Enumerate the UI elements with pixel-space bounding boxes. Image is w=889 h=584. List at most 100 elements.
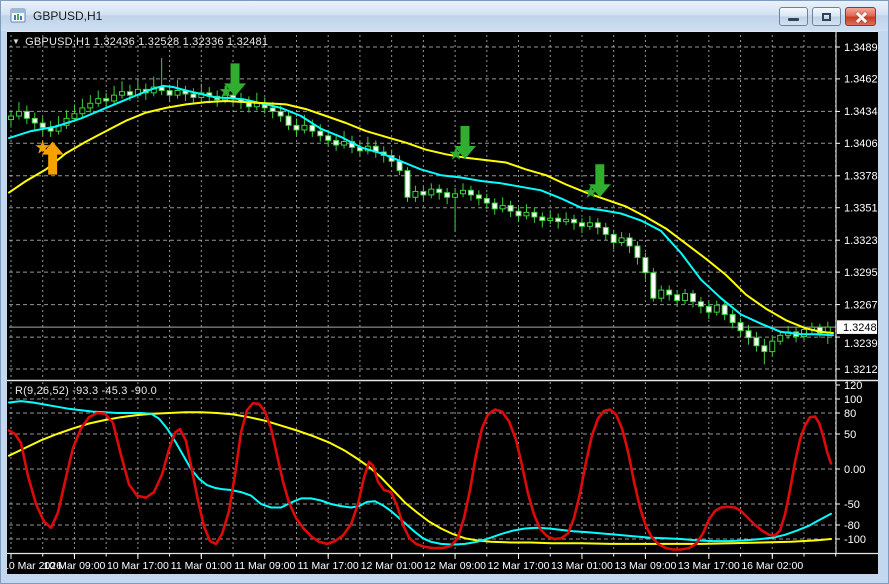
price-axis-label: 1.34065 [844, 138, 878, 150]
close-icon [846, 8, 875, 25]
bear-candle [531, 211, 538, 218]
window-titlebar[interactable]: GBPUSD,H1 [1, 1, 888, 31]
chart-canvas[interactable]: 1.34895 1.34620 1.34340 1.34065 1.33785 1.335… [7, 31, 878, 576]
bull-candle [71, 113, 78, 119]
bull-candle [460, 189, 467, 195]
restore-icon [822, 13, 831, 21]
price-axis-label: 1.34895 [844, 42, 878, 54]
bear-candle [309, 124, 316, 132]
time-axis-label: 10 Mar 17:00 [107, 560, 169, 572]
price-axis-label: 1.32675 [844, 299, 878, 311]
time-axis-label: 13 Mar 01:00 [551, 560, 613, 572]
time-axis-label: 11 Mar 01:00 [171, 560, 232, 572]
bear-candle [507, 204, 514, 212]
bear-candle [666, 289, 673, 296]
time-axis-label: 16 Mar 02:00 [741, 560, 803, 572]
close-button[interactable] [845, 7, 876, 26]
bear-candle [539, 216, 546, 221]
price-axis-label: 1.32955 [844, 267, 878, 279]
restore-button[interactable] [812, 7, 841, 26]
bull-candle [618, 237, 625, 244]
bear-candle [126, 91, 133, 96]
indicator-axis-label: -100 [844, 534, 866, 546]
chart-app-icon [10, 8, 26, 24]
bear-candle [650, 272, 657, 299]
bull-candle [87, 102, 94, 109]
bull-candle [341, 141, 348, 146]
bear-candle [325, 135, 332, 141]
bear-candle [761, 345, 768, 353]
bear-candle [23, 110, 30, 119]
bull-candle [586, 222, 593, 227]
bull-candle [95, 98, 102, 104]
bear-candle [626, 237, 633, 247]
bear-candle [737, 322, 744, 332]
bear-candle [745, 330, 752, 339]
indicator-axis-label: 120 [844, 380, 862, 392]
time-axis-label: 11 Mar 17:00 [298, 560, 359, 572]
bear-candle [285, 115, 292, 126]
bull-candle [412, 190, 419, 198]
bear-candle [753, 337, 760, 347]
bear-candle [697, 301, 704, 307]
bull-candle [658, 289, 665, 299]
bull-candle [682, 293, 689, 302]
bear-candle [674, 294, 681, 302]
bear-candle [317, 130, 324, 137]
bull-candle [713, 304, 720, 313]
bull-candle [547, 217, 554, 221]
bear-candle [444, 192, 451, 198]
bear-candle [578, 222, 585, 227]
price-axis-label: 1.34340 [844, 106, 878, 118]
time-axis-label: 10 Mar 09:00 [44, 560, 106, 572]
bull-candle [119, 91, 126, 96]
price-axis-label: 1.34620 [844, 74, 878, 86]
indicator-axis-label: 100 [844, 394, 862, 406]
bull-candle [499, 204, 506, 210]
bear-candle [269, 107, 276, 112]
price-axis-label: 1.33785 [844, 171, 878, 183]
svg-text:1.32481: 1.32481 [843, 322, 878, 334]
time-axis-label: 11 Mar 09:00 [234, 560, 295, 572]
bull-candle [801, 329, 807, 338]
price-axis-label: 1.33510 [844, 203, 878, 215]
chart-window: GBPUSD,H1 1.348951.346201.343401.340651.… [0, 0, 889, 584]
window-title: GBPUSD,H1 [33, 9, 103, 23]
minimize-button[interactable] [779, 7, 808, 26]
indicator-axis-label: 50 [844, 429, 856, 441]
indicator-axis-label: 80 [844, 408, 856, 420]
time-axis-label: 12 Mar 09:00 [424, 560, 486, 572]
bear-candle [396, 160, 403, 172]
bear-candle [571, 218, 578, 224]
price-axis-label: 1.33230 [844, 235, 878, 247]
bear-candle [293, 124, 300, 131]
bear-candle [277, 110, 284, 117]
bull-candle [8, 115, 14, 121]
time-axis-label: 12 Mar 01:00 [361, 560, 423, 572]
bear-candle [190, 93, 197, 98]
bear-candle [166, 90, 173, 96]
price-axis-label: 1.32395 [844, 338, 878, 350]
minimize-icon [788, 18, 799, 21]
bear-candle [420, 190, 427, 196]
bull-candle [563, 218, 570, 223]
current-price-label: 1.32481 [837, 320, 878, 334]
bear-candle [642, 257, 649, 274]
bear-candle [634, 245, 641, 259]
bear-candle [705, 305, 712, 313]
price-axis-label: 1.32120 [844, 364, 878, 376]
bull-candle [769, 340, 776, 353]
time-axis-label: 13 Mar 09:00 [614, 560, 676, 572]
bull-candle [428, 188, 435, 196]
bear-candle [103, 98, 110, 102]
bear-candle [729, 313, 736, 324]
bear-candle [333, 139, 340, 146]
bull-candle [301, 124, 308, 131]
bear-candle [404, 170, 411, 198]
bear-candle [610, 233, 617, 244]
bear-candle [721, 304, 728, 315]
indicator-axis-label: -80 [844, 520, 860, 532]
bear-candle [39, 122, 46, 129]
bull-candle [79, 107, 86, 115]
bear-candle [515, 210, 522, 217]
